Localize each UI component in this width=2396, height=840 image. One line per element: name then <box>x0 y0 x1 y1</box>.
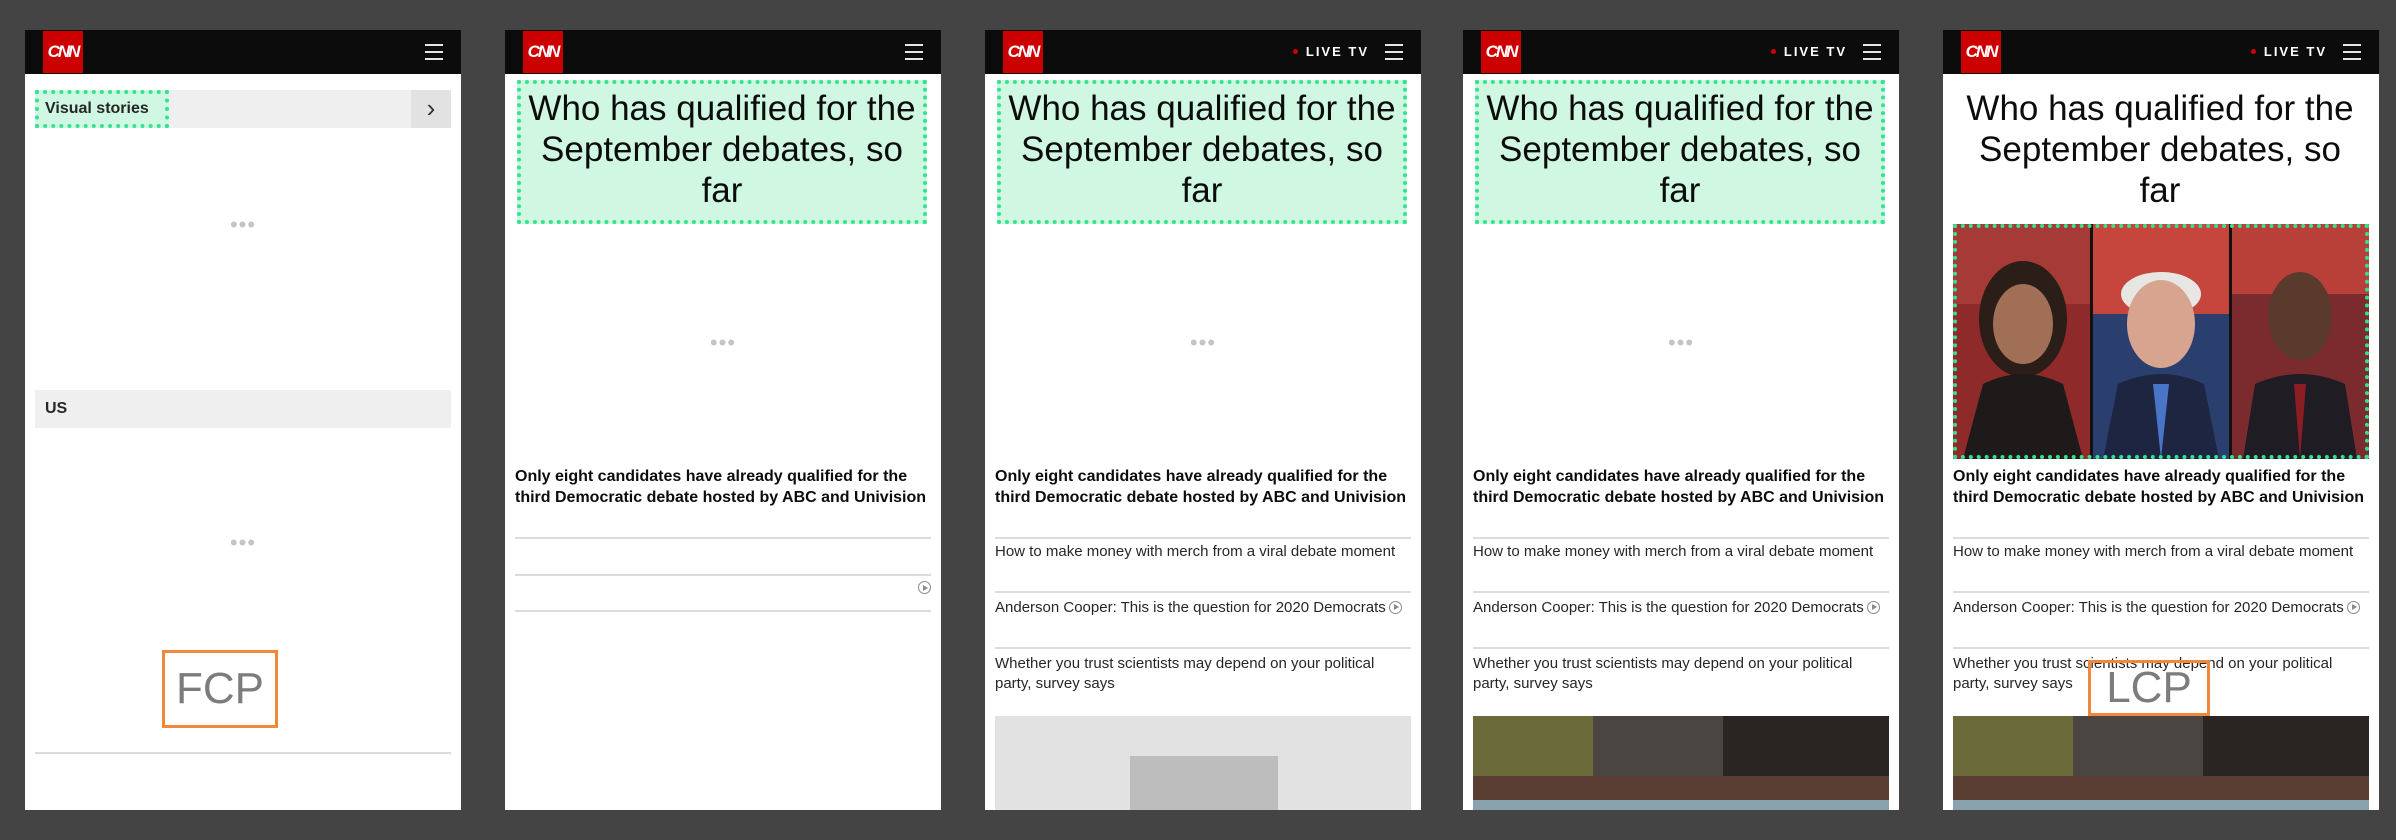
related-link[interactable]: Whether you trust scientists may depend … <box>1473 654 1889 694</box>
loading-dots-icon: ••• <box>1189 330 1217 355</box>
us-section-label[interactable]: US <box>45 390 67 428</box>
divider <box>995 537 1411 539</box>
related-link-text: Whether you trust scientists may depend … <box>995 655 1375 692</box>
loading-dots-icon: ••• <box>229 212 257 237</box>
top-bar: CNN LIVE TV <box>1463 30 1899 74</box>
thumbnail-photo <box>1473 716 1889 810</box>
article-headline[interactable]: Who has qualified for the September deba… <box>997 80 1407 224</box>
filmstrip-frame-2: CNN Who has qualified for the September … <box>505 30 941 810</box>
related-link[interactable]: Anderson Cooper: This is the question fo… <box>995 598 1411 618</box>
filmstrip-frame-3: CNN LIVE TV Who has qualified for the Se… <box>985 30 1421 810</box>
us-section-bar <box>35 390 451 428</box>
cnn-logo[interactable]: CNN <box>523 31 563 73</box>
article-lead[interactable]: Only eight candidates have already quali… <box>515 466 931 508</box>
article-headline[interactable]: Who has qualified for the September deba… <box>1475 80 1885 224</box>
related-link-text: How to make money with merch from a vira… <box>1473 543 1874 560</box>
related-link[interactable]: How to make money with merch from a vira… <box>1473 542 1889 562</box>
live-dot-icon <box>1770 49 1776 55</box>
menu-icon[interactable] <box>2343 44 2361 60</box>
cnn-logo[interactable]: CNN <box>1481 31 1521 73</box>
divider <box>1473 537 1889 539</box>
divider <box>1473 647 1889 649</box>
related-link[interactable]: Anderson Cooper: This is the question fo… <box>1473 598 1889 618</box>
filmstrip-frame-1: CNN Visual stories › ••• US ••• FCP <box>25 30 461 810</box>
live-dot-icon <box>1292 49 1298 55</box>
hero-photo <box>1953 224 2369 459</box>
menu-icon[interactable] <box>1863 44 1881 60</box>
chevron-right-icon[interactable]: › <box>411 90 451 128</box>
article-lead[interactable]: Only eight candidates have already quali… <box>1473 466 1889 508</box>
divider <box>1473 591 1889 593</box>
related-link[interactable]: Whether you trust scientists may depend … <box>995 654 1411 694</box>
related-link-text: How to make money with merch from a vira… <box>995 543 1396 560</box>
play-icon[interactable] <box>1866 600 1880 614</box>
thumbnail-photo <box>1953 716 2369 810</box>
divider <box>515 537 931 539</box>
fcp-marker: FCP <box>162 650 278 728</box>
cnn-logo[interactable]: CNN <box>43 31 83 73</box>
live-tv-link[interactable]: LIVE TV <box>2250 30 2327 74</box>
top-bar: CNN <box>25 30 461 74</box>
top-bar: CNN LIVE TV <box>985 30 1421 74</box>
divider <box>515 610 931 612</box>
divider <box>1953 537 2369 539</box>
article-headline[interactable]: Who has qualified for the September deba… <box>517 80 927 224</box>
filmstrip-frame-5: CNN LIVE TV Who has qualified for the Se… <box>1943 30 2379 810</box>
divider <box>1953 647 2369 649</box>
article-headline[interactable]: Who has qualified for the September deba… <box>1955 80 2365 224</box>
article-lead[interactable]: Only eight candidates have already quali… <box>1953 466 2369 508</box>
loading-dots-icon: ••• <box>709 330 737 355</box>
menu-icon[interactable] <box>905 44 923 60</box>
related-link-text: Anderson Cooper: This is the question fo… <box>1953 599 2344 616</box>
thumbnail-image[interactable] <box>1953 716 2369 810</box>
live-dot-icon <box>2250 49 2256 55</box>
related-link[interactable]: How to make money with merch from a vira… <box>995 542 1411 562</box>
menu-icon[interactable] <box>1385 44 1403 60</box>
visual-stories-label[interactable]: Visual stories <box>35 90 169 128</box>
loading-dots-icon: ••• <box>229 530 257 555</box>
thumbnail-image[interactable] <box>1473 716 1889 810</box>
live-tv-label: LIVE TV <box>2263 44 2327 59</box>
top-bar: CNN <box>505 30 941 74</box>
article-lead[interactable]: Only eight candidates have already quali… <box>995 466 1411 508</box>
related-link[interactable]: Anderson Cooper: This is the question fo… <box>1953 598 2369 618</box>
divider <box>995 591 1411 593</box>
divider <box>35 752 451 754</box>
live-tv-link[interactable]: LIVE TV <box>1770 30 1847 74</box>
loading-dots-icon: ••• <box>1667 330 1695 355</box>
related-link-text: Anderson Cooper: This is the question fo… <box>995 599 1386 616</box>
cnn-logo[interactable]: CNN <box>1961 31 2001 73</box>
related-link-text: Whether you trust scientists may depend … <box>1473 655 1853 692</box>
live-tv-label: LIVE TV <box>1783 44 1847 59</box>
divider <box>995 647 1411 649</box>
divider <box>1953 591 2369 593</box>
play-icon[interactable] <box>918 581 931 594</box>
live-tv-label: LIVE TV <box>1305 44 1369 59</box>
play-icon[interactable] <box>1388 600 1402 614</box>
live-tv-link[interactable]: LIVE TV <box>1292 30 1369 74</box>
related-link-text: Anderson Cooper: This is the question fo… <box>1473 599 1864 616</box>
thumbnail-placeholder-inner <box>1130 756 1278 810</box>
top-bar: CNN LIVE TV <box>1943 30 2379 74</box>
divider <box>515 574 931 576</box>
cnn-logo[interactable]: CNN <box>1003 31 1043 73</box>
filmstrip-frame-4: CNN LIVE TV Who has qualified for the Se… <box>1463 30 1899 810</box>
thumbnail-placeholder <box>995 716 1411 810</box>
play-icon[interactable] <box>2346 600 2360 614</box>
menu-icon[interactable] <box>425 44 443 60</box>
lcp-marker: LCP <box>2088 660 2210 716</box>
related-link[interactable]: How to make money with merch from a vira… <box>1953 542 2369 562</box>
hero-image[interactable] <box>1953 224 2369 459</box>
related-link-text: How to make money with merch from a vira… <box>1953 543 2354 560</box>
